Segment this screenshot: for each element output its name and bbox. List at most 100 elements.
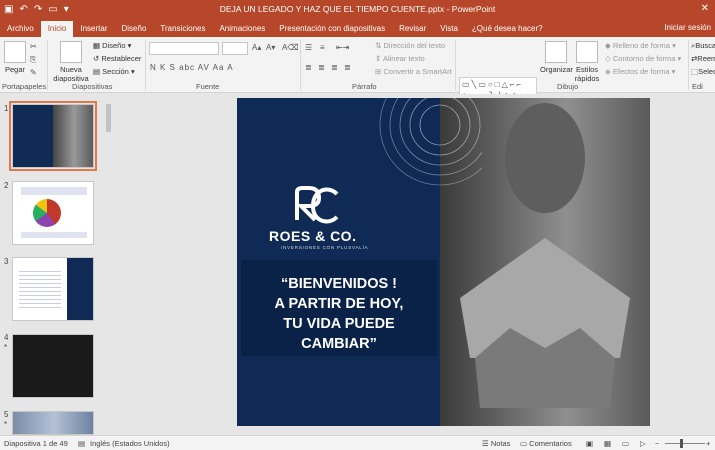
font-name-input[interactable]: [149, 42, 219, 55]
font-format-buttons[interactable]: N K S abc AV Aa A: [150, 63, 234, 72]
ribbon: Pegar ✂ ⎘ ✎ Portapapeles Nueva diapositi…: [0, 37, 715, 115]
arrange-icon: [545, 41, 567, 63]
format-painter-icon[interactable]: ✎: [30, 68, 37, 77]
status-bar: Diapositiva 1 de 49 ▤ Inglés (Estados Un…: [0, 435, 715, 450]
shape-outline-button[interactable]: ◇ Contorno de forma ▾: [605, 54, 681, 63]
copy-icon[interactable]: ⎘: [30, 55, 36, 65]
window-title: DEJA UN LEGADO Y HAZ QUE EL TIEMPO CUENT…: [219, 4, 496, 14]
clipboard-icon: [4, 41, 26, 63]
zoom-slider-handle[interactable]: [680, 439, 683, 448]
ribbon-tabs: Archivo Inicio Insertar Diseño Transicio…: [0, 20, 715, 37]
comments-button[interactable]: ▭ Comentarios: [520, 439, 572, 448]
tab-archivo[interactable]: Archivo: [0, 21, 41, 37]
shape-effects-button[interactable]: ◈ Efectos de forma ▾: [605, 67, 675, 76]
close-window-button[interactable]: ✕: [701, 3, 709, 14]
quick-styles-button[interactable]: Estilos rápidos: [573, 41, 601, 83]
spellcheck-icon[interactable]: ▤: [78, 439, 85, 448]
quick-styles-icon: [576, 41, 598, 63]
thumb-photo: [53, 105, 93, 167]
normal-view-icon[interactable]: ▣: [586, 439, 593, 448]
tab-revisar[interactable]: Revisar: [392, 21, 433, 37]
reading-view-icon[interactable]: ▭: [622, 439, 629, 448]
slide-counter: Diapositiva 1 de 49: [4, 439, 68, 448]
thumbnail-scrollbar[interactable]: [105, 98, 112, 430]
group-label-diapositivas: Diapositivas: [72, 82, 113, 91]
align-left-icon[interactable]: ≣: [305, 63, 312, 72]
group-label-edicion: Edi: [692, 82, 703, 91]
shrink-font-icon[interactable]: A▾: [266, 43, 275, 52]
slide-thumbnail-5[interactable]: [12, 411, 94, 435]
thumb-number: 1: [4, 104, 9, 113]
indent-icon[interactable]: ⇤⇥: [336, 43, 349, 52]
reset-button[interactable]: ↺ Restablecer: [93, 54, 141, 63]
convert-smartart-button[interactable]: ⊞ Convertir a SmartArt: [375, 67, 452, 76]
group-label-parrafo: Párrafo: [352, 82, 377, 91]
zoom-in-icon[interactable]: +: [706, 439, 710, 448]
numbering-icon[interactable]: ≡: [320, 43, 325, 52]
find-button[interactable]: ⌕Buscar: [691, 41, 715, 51]
notes-button[interactable]: ☰ Notas: [482, 439, 510, 448]
slideshow-view-icon[interactable]: ▷: [640, 439, 646, 448]
tab-presentacion[interactable]: Presentación con diapositivas: [272, 21, 392, 37]
tab-animaciones[interactable]: Animaciones: [212, 21, 272, 37]
font-size-input[interactable]: [222, 42, 248, 55]
slide-thumbnail-2[interactable]: [12, 181, 94, 245]
justify-icon[interactable]: ≣: [344, 63, 351, 72]
group-separator: [47, 40, 48, 90]
align-right-icon[interactable]: ≣: [331, 63, 338, 72]
language-indicator[interactable]: Inglés (Estados Unidos): [90, 439, 170, 448]
person-silhouette: [505, 103, 585, 213]
slide-thumbnail-3[interactable]: [12, 257, 94, 321]
thumb-text-block: [21, 187, 87, 195]
replace-button[interactable]: ⇄Reem: [691, 54, 715, 63]
clear-format-icon[interactable]: A⌫: [282, 43, 299, 52]
current-slide[interactable]: ROES & CO. INVERSIONES CON PLUSVALÍA “BI…: [237, 98, 650, 426]
company-tagline: INVERSIONES CON PLUSVALÍA: [281, 245, 369, 250]
tab-insertar[interactable]: Insertar: [73, 21, 114, 37]
align-center-icon[interactable]: ≣: [318, 63, 325, 72]
tab-diseno[interactable]: Diseño: [115, 21, 154, 37]
tab-transiciones[interactable]: Transiciones: [153, 21, 212, 37]
group-separator: [455, 40, 456, 90]
thumb-number: 4: [4, 333, 9, 342]
group-separator: [688, 40, 689, 90]
animation-star-icon: *: [4, 420, 8, 429]
arrange-button[interactable]: Organizar: [540, 41, 573, 74]
animation-star-icon: *: [4, 343, 8, 352]
slide-thumbnail-1[interactable]: [9, 101, 97, 171]
new-slide-button[interactable]: Nueva diapositiva: [52, 41, 90, 83]
zoom-out-icon[interactable]: −: [655, 439, 659, 448]
group-label-portapapeles: Portapapeles: [2, 82, 47, 91]
tab-inicio[interactable]: Inicio: [40, 21, 74, 37]
thumb-navy-panel: [13, 105, 53, 167]
thumb-navy-panel: [67, 258, 93, 320]
concentric-circles-decoration: [379, 98, 482, 186]
grow-font-icon[interactable]: A▴: [252, 43, 261, 52]
align-text-button[interactable]: ⇕ Alinear texto: [375, 54, 425, 63]
group-label-dibujo: Dibujo: [557, 82, 579, 91]
group-label-fuente: Fuente: [196, 82, 220, 91]
slide-thumbnail-4[interactable]: [12, 334, 94, 398]
thumb-text-block: [19, 268, 61, 308]
select-button[interactable]: ⬚Selec: [691, 67, 715, 76]
group-separator: [300, 40, 301, 90]
layout-button[interactable]: ▦ Diseño ▾: [93, 41, 131, 50]
tab-vista[interactable]: Vista: [433, 21, 465, 37]
welcome-text: “BIENVENIDOS ! A PARTIR DE HOY, TU VIDA …: [274, 276, 404, 352]
welcome-textbox[interactable]: “BIENVENIDOS ! A PARTIR DE HOY, TU VIDA …: [241, 260, 437, 356]
sign-in-link[interactable]: Iniciar sesión: [664, 23, 711, 32]
cut-icon[interactable]: ✂: [30, 42, 37, 51]
slide-sorter-icon[interactable]: ▦: [604, 439, 611, 448]
company-name: ROES & CO.: [269, 228, 357, 244]
bullets-icon[interactable]: ☰: [305, 43, 312, 52]
shape-fill-button[interactable]: ◆ Relleno de forma ▾: [605, 41, 676, 50]
rc-logo-mark: [295, 186, 339, 224]
zoom-slider[interactable]: [665, 443, 705, 444]
thumb-photo: [13, 412, 93, 434]
thumb-number: 3: [4, 257, 9, 266]
text-direction-button[interactable]: ⇅ Dirección del texto: [375, 41, 445, 50]
paste-button[interactable]: Pegar: [3, 41, 27, 74]
scrollbar-thumb[interactable]: [106, 104, 111, 132]
tell-me-search[interactable]: ¿Qué desea hacer?: [465, 21, 550, 37]
section-button[interactable]: ▤ Sección ▾: [93, 67, 135, 76]
